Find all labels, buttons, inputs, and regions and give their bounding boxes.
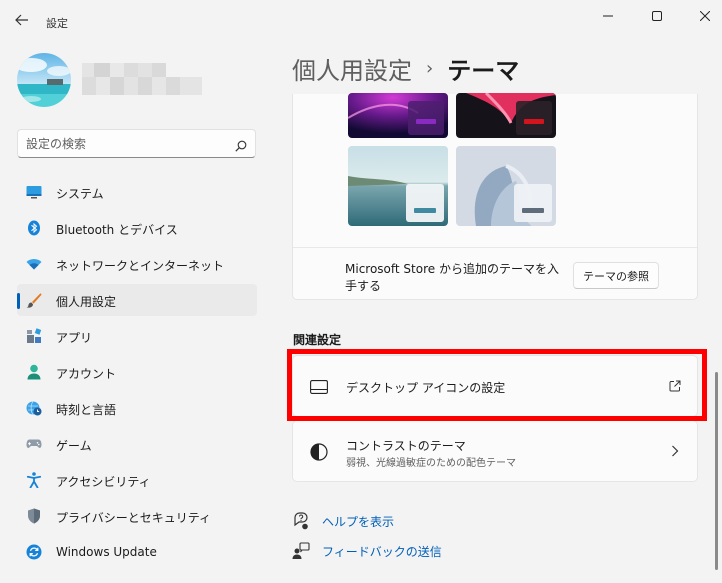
contrast-themes-row[interactable]: コントラストのテーマ 弱視、光線過敏症のための配色テーマ xyxy=(292,420,698,482)
minimize-button[interactable] xyxy=(588,2,628,30)
feedback-icon xyxy=(292,542,310,560)
window-title: 設定 xyxy=(46,17,68,30)
theme-thumbnail-glow[interactable] xyxy=(348,93,448,138)
open-external-icon xyxy=(667,378,683,394)
apps-icon xyxy=(26,328,42,344)
arrow-left-icon xyxy=(15,14,28,26)
user-name-blurred xyxy=(82,63,202,97)
themes-card: Microsoft Store から追加のテーマを入手する テーマの参照 xyxy=(292,93,698,300)
page-title: テーマ xyxy=(447,56,520,85)
sidebar-item-apps[interactable]: アプリ xyxy=(17,320,257,352)
get-help-text[interactable]: ヘルプを表示 xyxy=(322,513,394,530)
get-help-link[interactable]: ヘルプを表示 xyxy=(292,511,394,531)
sidebar-item-network[interactable]: ネットワークとインターネット xyxy=(17,248,257,280)
related-settings-heading: 関連設定 xyxy=(293,333,342,347)
desktop-icon xyxy=(309,377,329,397)
maximize-button[interactable] xyxy=(637,2,677,30)
account-icon xyxy=(26,364,42,380)
windows-update-icon xyxy=(26,544,42,560)
sidebar-item-windows-update[interactable]: Windows Update xyxy=(17,536,257,568)
breadcrumb: 個人用設定 › テーマ xyxy=(292,50,519,86)
breadcrumb-separator: › xyxy=(426,57,434,79)
chevron-right-icon xyxy=(667,443,683,459)
sidebar-item-privacy-security[interactable]: プライバシーとセキュリティ xyxy=(17,500,257,532)
title-bar: 設定 xyxy=(0,0,722,34)
sidebar-item-time-language[interactable]: 時刻と言語 xyxy=(17,392,257,424)
gamepad-icon xyxy=(26,436,42,452)
clock-globe-icon xyxy=(26,400,42,416)
search-icon[interactable] xyxy=(235,137,247,156)
minimize-icon xyxy=(603,15,613,17)
bluetooth-icon xyxy=(26,220,42,236)
close-button[interactable] xyxy=(685,2,722,30)
theme-thumbnail-sunrise-lake[interactable] xyxy=(348,146,448,226)
close-icon xyxy=(700,11,710,21)
theme-thumbnail-captured-motion[interactable] xyxy=(456,93,556,138)
sidebar-item-personalization[interactable]: 個人用設定 xyxy=(17,284,257,316)
desktop-icon-settings-row[interactable]: デスクトップ アイコンの設定 xyxy=(292,355,698,417)
sidebar-item-bluetooth[interactable]: Bluetooth とデバイス xyxy=(17,212,257,244)
monitor-icon xyxy=(26,184,42,200)
sidebar-item-accessibility[interactable]: アクセシビリティ xyxy=(17,464,257,496)
store-themes-text: Microsoft Store から追加のテーマを入手する xyxy=(345,262,559,293)
scrollbar[interactable] xyxy=(715,372,718,570)
divider xyxy=(293,247,697,248)
maximize-icon xyxy=(652,11,662,21)
wifi-icon xyxy=(26,256,42,272)
user-avatar[interactable] xyxy=(17,53,71,107)
brush-icon xyxy=(26,292,42,308)
sidebar-item-system[interactable]: システム xyxy=(17,176,257,208)
feedback-text[interactable]: フィードバックの送信 xyxy=(322,543,442,560)
theme-thumbnail-flow[interactable] xyxy=(456,146,556,226)
back-button[interactable] xyxy=(10,8,34,32)
contrast-themes-subtitle: 弱視、光線過敏症のための配色テーマ xyxy=(346,458,516,469)
sidebar-item-accounts[interactable]: アカウント xyxy=(17,356,257,388)
search-input[interactable] xyxy=(26,135,226,153)
settings-search[interactable] xyxy=(17,129,256,158)
help-chat-icon xyxy=(292,512,310,530)
contrast-themes-title: コントラストのテーマ xyxy=(346,439,466,453)
browse-themes-button[interactable]: テーマの参照 xyxy=(573,262,659,289)
sidebar-item-gaming[interactable]: ゲーム xyxy=(17,428,257,460)
contrast-icon xyxy=(309,442,329,462)
sidebar-nav: システム Bluetooth とデバイス ネットワークとインターネット 個人用設… xyxy=(17,176,257,572)
breadcrumb-parent[interactable]: 個人用設定 xyxy=(292,51,412,86)
accessibility-icon xyxy=(26,472,42,488)
feedback-link[interactable]: フィードバックの送信 xyxy=(292,541,442,561)
desktop-icon-settings-title: デスクトップ アイコンの設定 xyxy=(346,381,506,395)
shield-icon xyxy=(26,508,42,524)
